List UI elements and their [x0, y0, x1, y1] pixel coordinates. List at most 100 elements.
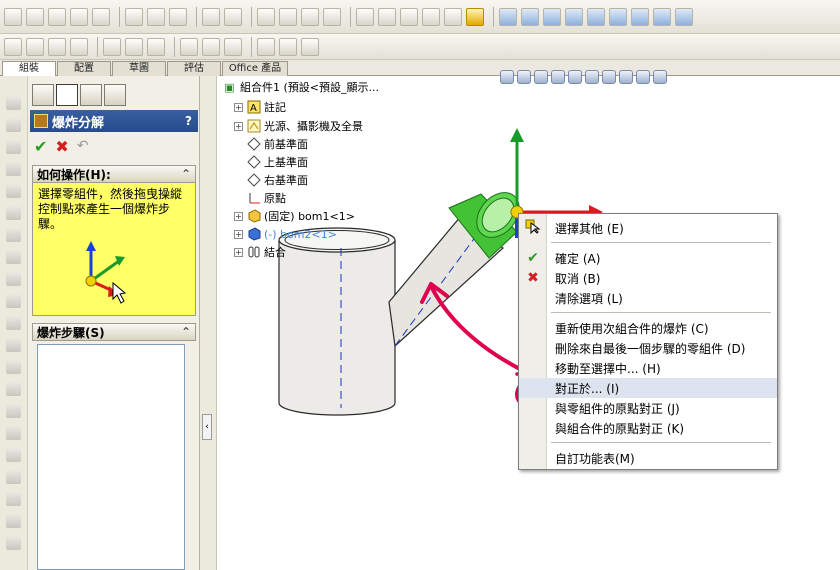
tree-item-mates[interactable]: + 結合 — [234, 243, 286, 261]
tools-icon[interactable] — [422, 7, 440, 26]
help-icon[interactable] — [466, 7, 484, 26]
explode-steps-list[interactable] — [37, 344, 185, 570]
options-icon[interactable] — [400, 7, 418, 26]
measure-icon[interactable] — [323, 7, 341, 26]
exploded-view-icon[interactable] — [257, 37, 275, 56]
menu-item-align-to[interactable]: 對正於... (I) — [519, 378, 777, 398]
menu-item-ok[interactable]: ✔ 確定 (A) — [519, 248, 777, 268]
cancel-x-icon[interactable]: ✖ — [55, 137, 68, 156]
tab-assembly[interactable]: 組裝 — [2, 61, 56, 76]
hide-show-items-icon[interactable] — [602, 70, 616, 84]
menu-item-clear-selections[interactable]: 清除選項 (L) — [519, 288, 777, 308]
menu-item-align-assembly-origin[interactable]: 與組合件的原點對正 (K) — [519, 418, 777, 438]
show-hidden-icon[interactable] — [147, 37, 165, 56]
print-preview-icon[interactable] — [92, 7, 110, 26]
undo-icon[interactable]: ↶ — [77, 138, 89, 154]
tab-layout[interactable]: 配置 — [57, 61, 111, 76]
expand-toggle[interactable]: + — [234, 102, 243, 112]
reference-geometry-icon[interactable] — [202, 37, 220, 56]
expand-toggle[interactable]: + — [234, 121, 243, 131]
redo-icon[interactable] — [224, 7, 242, 26]
display-style-icon[interactable] — [585, 70, 599, 84]
rotate-icon[interactable] — [609, 7, 627, 26]
menu-item-customize-menu[interactable]: 自訂功能表(M) — [519, 448, 777, 468]
expand-toggle[interactable]: + — [234, 211, 243, 221]
section-view-icon[interactable] — [551, 70, 565, 84]
move-component-icon[interactable] — [103, 37, 121, 56]
smart-fasteners-icon[interactable] — [70, 37, 88, 56]
assembly-features-icon[interactable] — [180, 37, 198, 56]
expand-toggle[interactable]: + — [234, 247, 243, 257]
menu-item-move-to-selection[interactable]: 移動至選擇中... (H) — [519, 358, 777, 378]
copy-icon[interactable] — [147, 7, 165, 26]
zoom-selection-icon[interactable] — [587, 7, 605, 26]
collapse-chevron-icon[interactable]: ⌃ — [181, 325, 191, 339]
tree-item-bom2[interactable]: + (-) bom2<1> — [234, 225, 337, 243]
insert-component-icon[interactable] — [4, 37, 22, 56]
tree-item-annotations[interactable]: + A 註記 — [234, 98, 286, 116]
interference-detection-icon[interactable] — [301, 37, 319, 56]
mate-icon[interactable] — [26, 37, 44, 56]
undo-icon[interactable] — [202, 7, 220, 26]
zoom-to-area-icon[interactable] — [517, 70, 531, 84]
explode-line-sketch-icon[interactable] — [279, 37, 297, 56]
ok-check-icon[interactable]: ✔ — [34, 137, 47, 156]
tab-evaluate[interactable]: 評估 — [167, 61, 221, 76]
tree-item-origin[interactable]: 原點 — [246, 189, 286, 207]
select-arrow-icon[interactable] — [257, 7, 275, 26]
menu-item-select-other[interactable]: 選擇其他 (E) — [519, 218, 777, 238]
menu-item-delete-from-last-step[interactable]: 刪除來自最後一個步驟的零組件 (D) — [519, 338, 777, 358]
zoom-to-fit-icon[interactable] — [521, 7, 539, 26]
expand-toggle[interactable]: + — [234, 229, 243, 239]
edit-appearance-icon[interactable] — [619, 70, 633, 84]
table-icon[interactable] — [378, 7, 396, 26]
tree-item-bom1[interactable]: + (固定) bom1<1> — [234, 207, 355, 225]
view-cube-icon[interactable] — [675, 7, 693, 26]
property-manager-tab-icon[interactable] — [56, 84, 78, 106]
previous-view-icon[interactable] — [534, 70, 548, 84]
tree-item-assembly[interactable]: ▣ 組合件1 (預設<預設_顯示... — [222, 78, 379, 96]
new-motion-study-icon[interactable] — [224, 37, 242, 56]
tree-item-right-plane[interactable]: 右基準面 — [246, 171, 308, 189]
apply-scene-icon[interactable] — [636, 70, 650, 84]
open-icon[interactable] — [26, 7, 44, 26]
pan-icon[interactable] — [631, 7, 649, 26]
view-settings-icon[interactable] — [653, 70, 667, 84]
cut-icon[interactable] — [125, 7, 143, 26]
panel-splitter[interactable]: ‹ — [200, 76, 217, 570]
collapse-chevron-icon[interactable]: ⌃ — [181, 167, 191, 181]
grid-icon[interactable] — [356, 7, 374, 26]
rotate-component-icon[interactable] — [125, 37, 143, 56]
zoom-to-area-icon[interactable] — [543, 7, 561, 26]
rebuild-icon[interactable] — [279, 7, 297, 26]
display-manager-tab-icon[interactable] — [104, 84, 126, 106]
menu-item-align-component-origin[interactable]: 與零組件的原點對正 (J) — [519, 398, 777, 418]
zoom-in-out-icon[interactable] — [565, 7, 583, 26]
menu-item-cancel[interactable]: ✖ 取消 (B) — [519, 268, 777, 288]
tab-sketch[interactable]: 草圖 — [112, 61, 166, 76]
zoom-to-fit-icon[interactable] — [500, 70, 514, 84]
menu-item-reuse-subassembly-explode[interactable]: 重新使用次組合件的爆炸 (C) — [519, 318, 777, 338]
print-icon[interactable] — [70, 7, 88, 26]
explode-steps-group-header[interactable]: 爆炸步驟(S) ⌃ — [32, 323, 196, 341]
save-icon[interactable] — [48, 7, 66, 26]
view-orientation-icon[interactable] — [653, 7, 671, 26]
tree-item-top-plane[interactable]: 上基準面 — [246, 153, 308, 171]
tree-item-lights[interactable]: + 光源、攝影機及全景 — [234, 117, 363, 135]
feature-manager-tab-icon[interactable] — [32, 84, 54, 106]
view-orientation-icon[interactable] — [568, 70, 582, 84]
component-pattern-icon[interactable] — [48, 37, 66, 56]
paste-icon[interactable] — [169, 7, 187, 26]
context-menu: 選擇其他 (E) ✔ 確定 (A) ✖ 取消 (B) 清除選項 (L) 重新使用… — [518, 213, 778, 470]
list-icon[interactable] — [444, 7, 462, 26]
sketch-icon[interactable] — [301, 7, 319, 26]
part-icon — [246, 209, 261, 224]
configuration-manager-tab-icon[interactable] — [80, 84, 102, 106]
sketch-relations-icon[interactable] — [499, 7, 517, 26]
howto-group-header[interactable]: 如何操作(H): ⌃ — [32, 165, 196, 183]
tab-office-products[interactable]: Office 產品 — [222, 61, 288, 76]
new-document-icon[interactable] — [4, 7, 22, 26]
splitter-grip-icon[interactable]: ‹ — [202, 414, 212, 440]
help-button[interactable]: ? — [185, 114, 192, 128]
tree-item-front-plane[interactable]: 前基準面 — [246, 135, 308, 153]
